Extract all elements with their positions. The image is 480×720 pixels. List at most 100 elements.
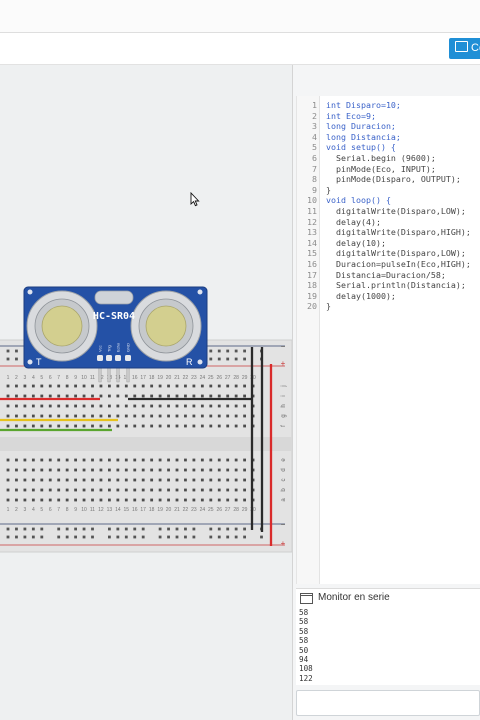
breadboard-hole[interactable] [234,468,238,472]
breadboard-hole[interactable] [91,458,94,462]
breadboard-hole[interactable] [108,458,111,462]
code-line[interactable]: Serial.println(Distancia); [326,280,466,290]
breadboard-hole[interactable] [91,424,94,428]
breadboard-hole[interactable] [243,384,246,388]
breadboard-hole[interactable] [133,424,137,428]
rail-hole[interactable] [23,527,27,531]
rail-hole[interactable] [226,357,230,361]
breadboard-hole[interactable] [99,488,103,492]
breadboard-hole[interactable] [243,414,246,418]
breadboard-hole[interactable] [217,394,221,398]
code-line[interactable]: Duracion=pulseIn(Eco,HIGH); [326,259,471,269]
breadboard-hole[interactable] [217,384,221,388]
breadboard-hole[interactable] [167,424,170,428]
breadboard-hole[interactable] [40,404,44,408]
breadboard-hole[interactable] [175,384,179,388]
breadboard-hole[interactable] [184,424,187,428]
rail-hole[interactable] [243,349,246,353]
breadboard-hole[interactable] [141,394,145,398]
breadboard-hole[interactable] [192,488,196,492]
breadboard-hole[interactable] [74,394,77,398]
breadboard-hole[interactable] [57,468,61,472]
rail-hole[interactable] [184,535,187,539]
rail-hole[interactable] [31,527,35,531]
breadboard-hole[interactable] [200,414,204,418]
breadboard-hole[interactable] [40,458,44,462]
breadboard-hole[interactable] [15,394,18,398]
rail-hole[interactable] [226,535,230,539]
breadboard-hole[interactable] [141,384,145,388]
breadboard-hole[interactable] [124,394,128,398]
rail-hole[interactable] [108,527,111,531]
breadboard-hole[interactable] [209,468,213,472]
breadboard-hole[interactable] [234,394,238,398]
rail-hole[interactable] [91,535,94,539]
breadboard-hole[interactable] [6,404,10,408]
breadboard-hole[interactable] [108,478,111,482]
rail-hole[interactable] [15,527,18,531]
breadboard-hole[interactable] [6,394,10,398]
breadboard-hole[interactable] [124,424,128,428]
breadboard-hole[interactable] [217,468,221,472]
serial-input-field[interactable] [296,690,480,716]
breadboard-hole[interactable] [141,478,145,482]
breadboard-hole[interactable] [243,478,246,482]
breadboard-hole[interactable] [200,394,204,398]
code-line[interactable]: int Eco=9; [326,111,376,121]
breadboard-hole[interactable] [217,488,221,492]
breadboard-hole[interactable] [40,478,44,482]
breadboard-hole[interactable] [158,424,162,428]
breadboard-hole[interactable] [167,404,170,408]
breadboard-hole[interactable] [108,414,111,418]
breadboard-hole[interactable] [175,414,179,418]
breadboard-hole[interactable] [6,424,10,428]
breadboard-hole[interactable] [82,424,86,428]
rail-hole[interactable] [260,535,263,539]
breadboard-hole[interactable] [243,404,246,408]
breadboard-hole[interactable] [15,468,18,472]
rail-hole[interactable] [6,349,10,353]
breadboard-hole[interactable] [23,424,27,428]
breadboard-hole[interactable] [133,394,137,398]
breadboard-hole[interactable] [31,414,35,418]
rail-hole[interactable] [133,535,137,539]
breadboard-hole[interactable] [40,384,44,388]
rail-hole[interactable] [108,535,111,539]
breadboard-hole[interactable] [150,384,154,388]
sensor-pin[interactable] [98,367,102,383]
breadboard-hole[interactable] [150,424,154,428]
breadboard-hole[interactable] [175,424,179,428]
breadboard-hole[interactable] [74,488,77,492]
breadboard-hole[interactable] [91,498,94,502]
breadboard-hole[interactable] [243,458,246,462]
rail-hole[interactable] [243,527,246,531]
rail-hole[interactable] [234,527,238,531]
breadboard-hole[interactable] [6,458,10,462]
breadboard-hole[interactable] [234,404,238,408]
breadboard-hole[interactable] [226,488,230,492]
breadboard-hole[interactable] [74,384,77,388]
breadboard-hole[interactable] [23,414,27,418]
sensor-pin[interactable] [116,367,120,383]
breadboard-hole[interactable] [6,414,10,418]
breadboard-hole[interactable] [167,478,170,482]
code-line[interactable]: delay(1000); [326,291,396,301]
breadboard-hole[interactable] [175,458,179,462]
breadboard-hole[interactable] [91,404,94,408]
breadboard-hole[interactable] [184,468,187,472]
rail-hole[interactable] [175,527,179,531]
breadboard-hole[interactable] [226,404,230,408]
breadboard-hole[interactable] [133,384,137,388]
breadboard-hole[interactable] [243,488,246,492]
breadboard-hole[interactable] [243,498,246,502]
breadboard-hole[interactable] [184,414,187,418]
breadboard-hole[interactable] [91,478,94,482]
breadboard-hole[interactable] [31,468,35,472]
breadboard-hole[interactable] [141,424,145,428]
breadboard-hole[interactable] [40,488,44,492]
breadboard-hole[interactable] [65,394,69,398]
rail-hole[interactable] [192,535,196,539]
breadboard-hole[interactable] [82,498,86,502]
breadboard-hole[interactable] [65,384,69,388]
breadboard-hole[interactable] [209,414,213,418]
